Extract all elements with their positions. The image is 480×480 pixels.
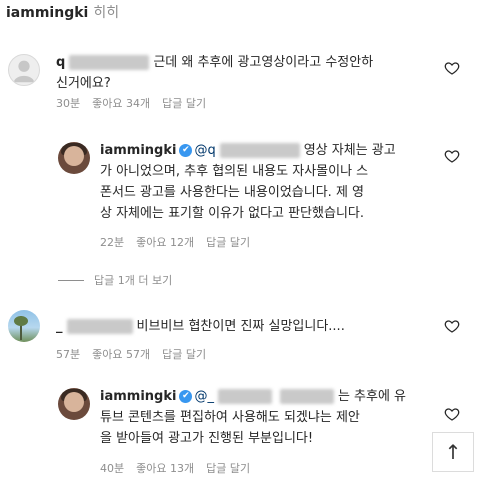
- comment-3-line1: 비브비브 협찬이면 진짜 실망입니다....: [136, 319, 345, 334]
- heart-icon[interactable]: [444, 60, 460, 76]
- comment-time: 40분: [100, 462, 125, 475]
- top-comment-text: 히히: [93, 5, 120, 21]
- redacted-username: [69, 55, 150, 70]
- comment-time: 22분: [100, 236, 125, 249]
- likes-count[interactable]: 좋아요 34개: [92, 97, 150, 110]
- comment-1-meta: 30분 좋아요 34개 답글 달기: [56, 95, 218, 111]
- comment-1-line2: 신거에요?: [56, 76, 111, 91]
- comment-4-text: iammingki ✔ @_ 는 추후에 유 튜브 콘텐츠를 편집하여 사용해도 되겠…: [100, 386, 428, 449]
- comment-3-meta: 57분 좋아요 57개 답글 달기: [56, 346, 218, 362]
- verified-badge-icon: ✔: [179, 390, 193, 403]
- redacted-username: [219, 143, 300, 158]
- comment-2-line1: 영상 자체는 광고: [303, 143, 396, 158]
- reply-button[interactable]: 답글 달기: [162, 348, 206, 361]
- top-username[interactable]: iammingki: [6, 5, 88, 21]
- default-profile-icon: [13, 60, 35, 83]
- comment-2-line4: 상 자체에는 표기할 이유가 없다고 판단했습니다.: [100, 206, 364, 221]
- comment-2-line3: 폰서드 광고를 사용한다는 내용이었습니다. 제 영: [100, 185, 364, 200]
- avatar[interactable]: [58, 388, 90, 420]
- comment-2-meta: 22분 좋아요 12개 답글 달기: [100, 234, 262, 250]
- avatar[interactable]: [8, 310, 40, 342]
- comment-4-line3: 을 받아들여 광고가 진행된 부분입니다!: [100, 431, 314, 446]
- likes-count[interactable]: 좋아요 13개: [136, 462, 194, 475]
- comment-1-username[interactable]: q: [56, 55, 65, 70]
- comment-4-username[interactable]: iammingki: [100, 389, 176, 404]
- comment-time: 30분: [56, 97, 81, 110]
- comment-2-text: iammingki ✔ @q 영상 자체는 광고 가 아니었으며, 추후 협의된 내용…: [100, 140, 428, 224]
- view-more-replies[interactable]: 답글 1개 더 보기: [58, 272, 172, 288]
- comment-1-line1: 근데 왜 추후에 광고영상이라고 수정안하: [153, 55, 374, 70]
- arrow-up-icon: ↑: [444, 440, 462, 464]
- mention-link[interactable]: @q: [194, 143, 215, 158]
- comment-4-line2: 튜브 콘텐츠를 편집하여 사용해도 되겠냐는 제안: [100, 410, 360, 425]
- redacted-username: [66, 319, 133, 334]
- likes-count[interactable]: 좋아요 57개: [92, 348, 150, 361]
- comment-time: 57분: [56, 348, 81, 361]
- comment-3-text: _ 비브비브 협찬이면 진짜 실망입니다....: [56, 316, 426, 337]
- redacted-username: [279, 389, 334, 404]
- top-comment-line: iammingki 히히: [6, 2, 119, 22]
- mention-link[interactable]: @_: [194, 389, 214, 404]
- view-replies-label[interactable]: 답글 1개 더 보기: [94, 272, 172, 288]
- heart-icon[interactable]: [444, 406, 460, 422]
- comment-4-meta: 40분 좋아요 13개 답글 달기: [100, 460, 262, 476]
- scroll-to-top-button[interactable]: ↑: [432, 432, 474, 472]
- divider: [58, 279, 84, 281]
- comment-2-line2: 가 아니었으며, 추후 협의된 내용도 자사몰이나 스: [100, 164, 369, 179]
- avatar[interactable]: [58, 142, 90, 174]
- verified-badge-icon: ✔: [179, 144, 193, 157]
- redacted-username: [217, 389, 272, 404]
- comment-4-line1: 는 추후에 유: [337, 389, 407, 404]
- heart-icon[interactable]: [444, 148, 460, 164]
- reply-button[interactable]: 답글 달기: [162, 97, 206, 110]
- reply-button[interactable]: 답글 달기: [206, 462, 250, 475]
- comment-1-text: q 근데 왜 추후에 광고영상이라고 수정안하 신거에요?: [56, 52, 426, 94]
- likes-count[interactable]: 좋아요 12개: [136, 236, 194, 249]
- reply-button[interactable]: 답글 달기: [206, 236, 250, 249]
- comment-2-username[interactable]: iammingki: [100, 143, 176, 158]
- comment-3-username[interactable]: _: [56, 319, 63, 334]
- avatar[interactable]: [8, 54, 40, 86]
- heart-icon[interactable]: [444, 318, 460, 334]
